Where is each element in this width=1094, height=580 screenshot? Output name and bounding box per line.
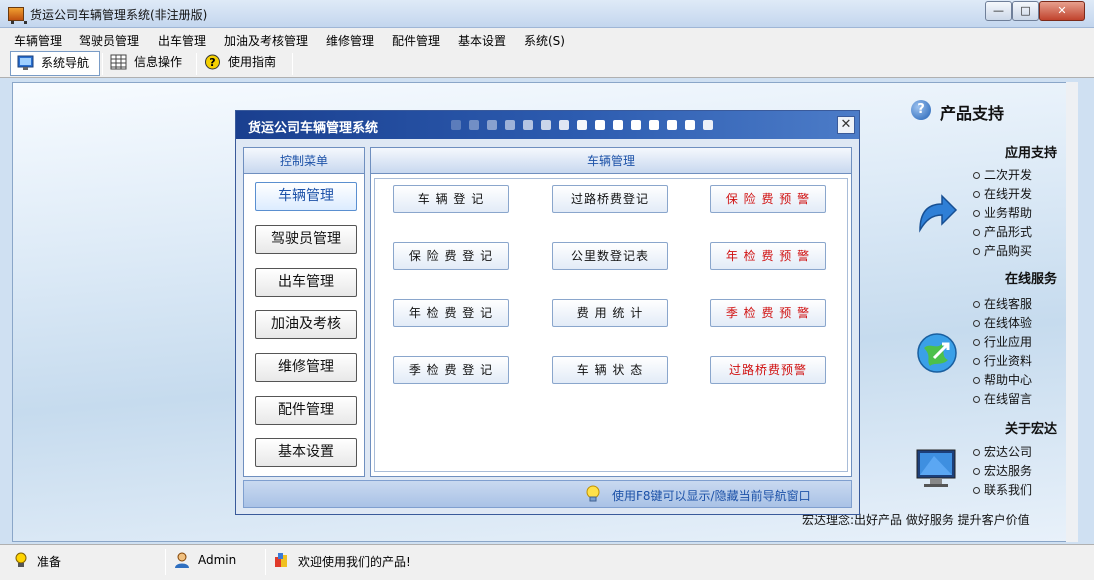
menu-driver[interactable]: 驾驶员管理 [79, 32, 139, 49]
main-panel-title: 车辆管理 [371, 148, 851, 174]
ctrl-parts-button[interactable]: 配件管理 [255, 396, 357, 425]
cost-statistics-button[interactable]: 费 用 统 计 [552, 299, 668, 327]
section-about: 关于宏达 [1005, 422, 1058, 437]
menu-dispatch[interactable]: 出车管理 [158, 32, 206, 49]
ctrl-repair-button[interactable]: 维修管理 [255, 353, 357, 382]
quarterly-inspection-warning-button[interactable]: 季 检 费 预 警 [710, 299, 826, 327]
title-bar: 货运公司车辆管理系统(非注册版) — □ ✕ [0, 0, 1094, 28]
link-contact[interactable]: 联系我们 [973, 481, 1032, 498]
action-grid: 车 辆 登 记 保 险 费 登 记 年 检 费 登 记 季 检 费 登 记 过路… [374, 178, 848, 472]
dialog-title-bar[interactable]: 货运公司车辆管理系统 ✕ [236, 111, 859, 139]
ctrl-fuel-button[interactable]: 加油及考核 [255, 310, 357, 339]
menu-bar: 车辆管理 驾驶员管理 出车管理 加油及考核管理 维修管理 配件管理 基本设置 系… [0, 28, 1094, 50]
help-icon: ? [205, 54, 220, 70]
mileage-register-button[interactable]: 公里数登记表 [552, 242, 668, 270]
link-online-trial[interactable]: 在线体验 [973, 314, 1032, 331]
vehicle-management-panel: 车辆管理 车 辆 登 记 保 险 费 登 记 年 检 费 登 记 季 检 费 登… [370, 147, 852, 477]
status-user: Admin [198, 553, 237, 567]
menu-system[interactable]: 系统(S) [524, 32, 565, 49]
ctrl-dispatch-button[interactable]: 出车管理 [255, 268, 357, 297]
dialog-footer: 使用F8键可以显示/隐藏当前导航窗口 [243, 480, 852, 508]
status-welcome: 欢迎使用我们的产品! [298, 555, 411, 569]
tool-info-button[interactable]: 信息操作 [104, 51, 194, 76]
maximize-button[interactable]: □ [1012, 1, 1039, 21]
tool-guide-label: 使用指南 [228, 55, 277, 69]
menu-settings[interactable]: 基本设置 [458, 32, 506, 49]
truck-app-icon [8, 7, 27, 24]
toolbar: 系统导航 信息操作 ? 使用指南 [0, 50, 1094, 78]
arrow-icon [919, 194, 958, 233]
tool-info-label: 信息操作 [134, 55, 183, 69]
link-online-message[interactable]: 在线留言 [973, 390, 1032, 407]
user-icon [175, 552, 189, 568]
link-service[interactable]: 宏达服务 [973, 462, 1032, 479]
window-title: 货运公司车辆管理系统(非注册版) [30, 8, 208, 22]
link-online-dev[interactable]: 在线开发 [973, 185, 1032, 202]
link-online-cs[interactable]: 在线客服 [973, 295, 1032, 312]
status-bar: 准备 Admin 欢迎使用我们的产品! [0, 544, 1094, 580]
tool-nav-button[interactable]: 系统导航 [10, 51, 100, 76]
status-ready: 准备 [37, 555, 62, 569]
insurance-register-button[interactable]: 保 险 费 登 记 [393, 242, 509, 270]
link-industry-app[interactable]: 行业应用 [973, 333, 1032, 350]
control-menu-title: 控制菜单 [244, 148, 364, 174]
dialog-title: 货运公司车辆管理系统 [248, 121, 379, 136]
close-button[interactable]: ✕ [1039, 1, 1085, 21]
status-ready-icon [15, 552, 27, 567]
question-icon: ? [911, 100, 931, 120]
tool-nav-label: 系统导航 [41, 56, 90, 70]
menu-vehicle[interactable]: 车辆管理 [14, 32, 62, 49]
title-decoration [451, 120, 831, 130]
toll-register-button[interactable]: 过路桥费登记 [552, 185, 668, 213]
quarterly-inspection-register-button[interactable]: 季 检 费 登 记 [393, 356, 509, 384]
ctrl-settings-button[interactable]: 基本设置 [255, 438, 357, 467]
control-menu-panel: 控制菜单 车辆管理 驾驶员管理 出车管理 加油及考核 维修管理 配件管理 基本设… [243, 147, 365, 477]
link-product-form[interactable]: 产品形式 [973, 223, 1032, 240]
ctrl-vehicle-button[interactable]: 车辆管理 [255, 182, 357, 211]
vehicle-register-button[interactable]: 车 辆 登 记 [393, 185, 509, 213]
grid-icon [110, 54, 127, 70]
link-help-center[interactable]: 帮助中心 [973, 371, 1032, 388]
toll-warning-button[interactable]: 过路桥费预警 [710, 356, 826, 384]
tool-guide-button[interactable]: ? 使用指南 [198, 51, 288, 76]
lightbulb-icon [586, 485, 600, 502]
svg-text:?: ? [209, 56, 215, 69]
link-industry-data[interactable]: 行业资料 [973, 352, 1032, 369]
monitor-icon [17, 55, 34, 70]
menu-fuel[interactable]: 加油及考核管理 [224, 32, 308, 49]
package-icon [275, 553, 287, 567]
minimize-button[interactable]: — [985, 1, 1012, 21]
menu-parts[interactable]: 配件管理 [392, 32, 440, 49]
dialog-close-button[interactable]: ✕ [837, 116, 855, 134]
link-secondary-dev[interactable]: 二次开发 [973, 166, 1032, 183]
link-business-help[interactable]: 业务帮助 [973, 204, 1032, 221]
link-company[interactable]: 宏达公司 [973, 443, 1032, 460]
vertical-scrollbar[interactable] [1066, 82, 1078, 542]
globe-icon [917, 333, 957, 373]
computer-icon [916, 449, 956, 487]
insurance-warning-button[interactable]: 保 险 费 预 警 [710, 185, 826, 213]
support-title: 产品支持 [940, 104, 1005, 123]
ctrl-driver-button[interactable]: 驾驶员管理 [255, 225, 357, 254]
menu-repair[interactable]: 维修管理 [326, 32, 374, 49]
navigation-dialog: 货运公司车辆管理系统 ✕ 控制菜单 车辆管理 驾驶员管理 出车管理 加油及考核 … [235, 110, 860, 515]
section-app-support: 应用支持 [1005, 146, 1058, 161]
vehicle-status-button[interactable]: 车 辆 状 态 [552, 356, 668, 384]
link-product-buy[interactable]: 产品购买 [973, 242, 1032, 259]
annual-inspection-register-button[interactable]: 年 检 费 登 记 [393, 299, 509, 327]
hint-text: 使用F8键可以显示/隐藏当前导航窗口 [612, 489, 811, 503]
section-online-service: 在线服务 [1005, 272, 1058, 287]
annual-inspection-warning-button[interactable]: 年 检 费 预 警 [710, 242, 826, 270]
